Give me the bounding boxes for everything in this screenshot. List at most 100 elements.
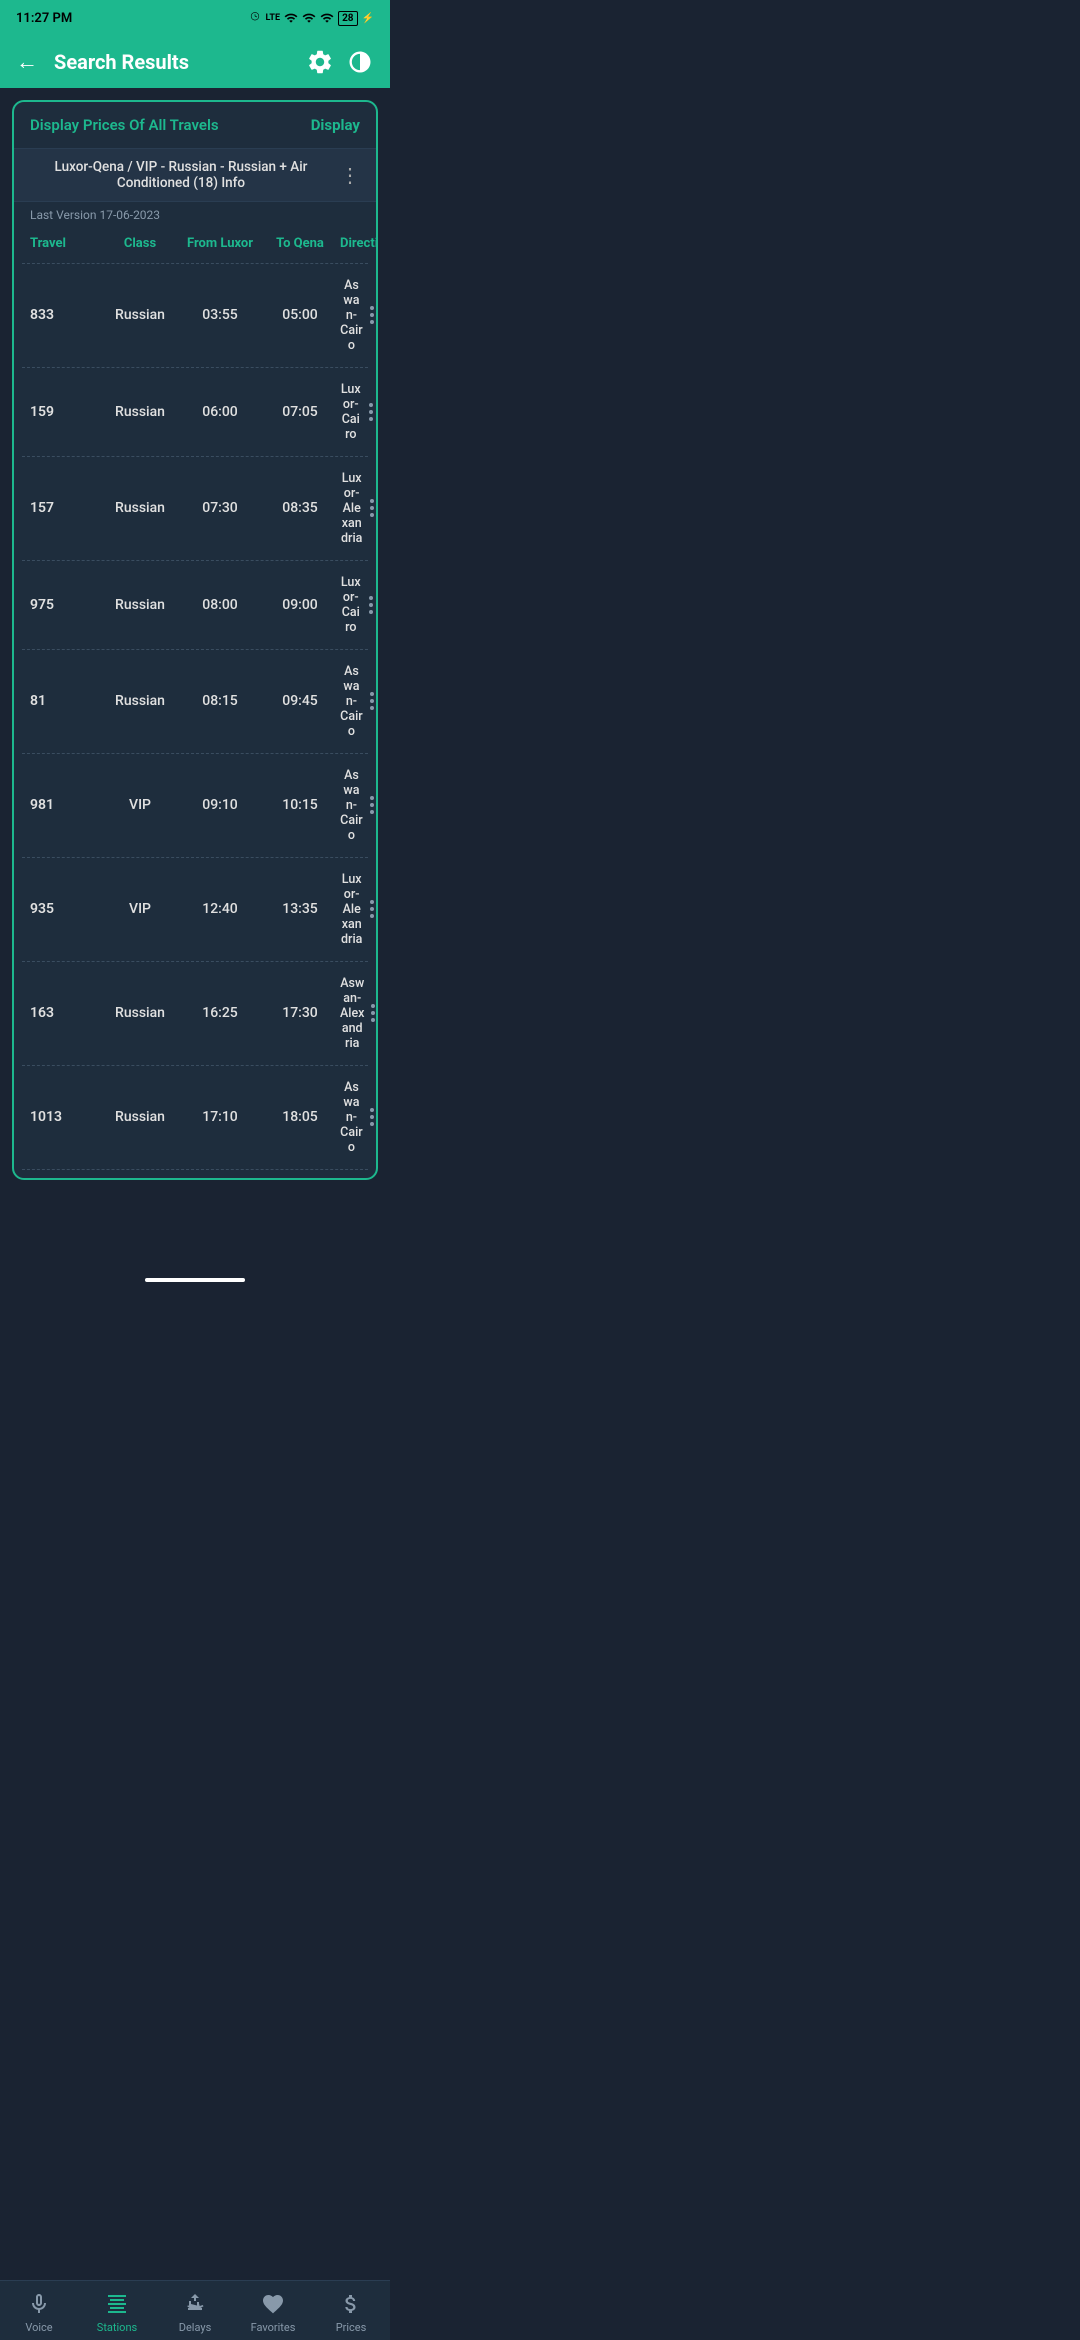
cell-class: Russian bbox=[100, 693, 180, 709]
col-direction: Direction bbox=[340, 236, 378, 253]
home-indicator bbox=[145, 1278, 245, 1282]
cell-from: 08:00 bbox=[180, 597, 260, 613]
page-title: Search Results bbox=[54, 50, 290, 74]
table-row[interactable]: 159 Russian 06:00 07:05 Luxor-Cairo bbox=[22, 367, 368, 456]
bottom-nav: Voice Stations Delays Favorites Prices bbox=[0, 2280, 390, 2340]
row-menu-button[interactable] bbox=[369, 691, 375, 711]
wifi-icon bbox=[320, 11, 334, 25]
cell-class: VIP bbox=[100, 797, 180, 813]
row-menu-button[interactable] bbox=[370, 1003, 375, 1023]
cell-to: 13:35 bbox=[260, 901, 340, 917]
table-row[interactable]: 157 Russian 07:30 08:35 Luxor-Alexandria bbox=[22, 456, 368, 560]
header-actions bbox=[306, 48, 374, 76]
col-class: Class bbox=[100, 236, 180, 253]
favorites-icon bbox=[260, 2291, 286, 2317]
cell-travel: 975 bbox=[30, 597, 100, 613]
app-header: ← Search Results bbox=[0, 36, 390, 88]
back-button[interactable]: ← bbox=[16, 49, 38, 75]
cell-travel: 81 bbox=[30, 693, 100, 709]
cell-from: 09:10 bbox=[180, 797, 260, 813]
cell-to: 08:35 bbox=[260, 500, 340, 516]
table-header: Travel Class From Luxor To Qena Directio… bbox=[14, 230, 376, 263]
cell-travel: 1013 bbox=[30, 1109, 100, 1125]
cell-travel: 833 bbox=[30, 307, 100, 323]
cell-direction: Aswan-Cairo bbox=[340, 1080, 375, 1155]
cell-class: Russian bbox=[100, 404, 180, 420]
nav-item-favorites[interactable]: Favorites bbox=[243, 2291, 303, 2334]
cell-class: Russian bbox=[100, 597, 180, 613]
cell-class: Russian bbox=[100, 1109, 180, 1125]
cell-direction: Aswan-Cairo bbox=[340, 768, 375, 843]
table-row[interactable]: 935 VIP 12:40 13:35 Luxor-Alexandria bbox=[22, 857, 368, 961]
nav-item-prices[interactable]: Prices bbox=[321, 2291, 381, 2334]
row-menu-button[interactable] bbox=[369, 899, 374, 919]
cell-travel: 159 bbox=[30, 404, 100, 420]
settings-icon[interactable] bbox=[306, 48, 334, 76]
cell-direction: Luxor-Cairo bbox=[340, 382, 374, 442]
cell-travel: 935 bbox=[30, 901, 100, 917]
table-row[interactable]: 975 Russian 08:00 09:00 Luxor-Cairo bbox=[22, 560, 368, 649]
row-menu-button[interactable] bbox=[368, 402, 375, 422]
cell-direction: Aswan-Cairo bbox=[340, 278, 375, 353]
cell-from: 03:55 bbox=[180, 307, 260, 323]
route-description: Luxor-Qena / VIP - Russian - Russian + A… bbox=[30, 159, 332, 191]
nav-item-voice[interactable]: Voice bbox=[9, 2291, 69, 2334]
table-row[interactable]: 163 Russian 16:25 17:30 Aswan-Alexandria bbox=[22, 961, 368, 1065]
row-menu-button[interactable] bbox=[369, 1107, 375, 1127]
cell-direction: Luxor-Alexandria bbox=[340, 471, 374, 546]
row-menu-button[interactable] bbox=[369, 498, 374, 518]
results-card: Display Prices Of All Travels Display Lu… bbox=[12, 100, 378, 1180]
cell-from: 07:30 bbox=[180, 500, 260, 516]
table-row[interactable]: 1013 Russian 17:10 18:05 Aswan-Cairo bbox=[22, 1065, 368, 1169]
cell-travel: 157 bbox=[30, 500, 100, 516]
prices-icon bbox=[338, 2291, 364, 2317]
nav-stations-label: Stations bbox=[97, 2321, 137, 2334]
row-menu-button[interactable] bbox=[369, 795, 375, 815]
cell-from: 17:10 bbox=[180, 1109, 260, 1125]
price-banner: Display Prices Of All Travels Display bbox=[14, 102, 376, 149]
cell-to: 09:00 bbox=[260, 597, 340, 613]
route-menu-button[interactable]: ⋮ bbox=[340, 163, 360, 187]
status-time: 11:27 PM bbox=[16, 11, 72, 26]
status-icons: LTE 28 ⚡ bbox=[248, 11, 374, 26]
nav-item-delays[interactable]: Delays bbox=[165, 2291, 225, 2334]
cell-to: 17:30 bbox=[260, 1005, 340, 1021]
table-row[interactable]: 981 VIP 09:10 10:15 Aswan-Cairo bbox=[22, 753, 368, 857]
battery-badge: 28 bbox=[338, 11, 357, 26]
col-to: To Qena bbox=[260, 236, 340, 253]
cell-to: 09:45 bbox=[260, 693, 340, 709]
price-banner-text: Display Prices Of All Travels bbox=[30, 116, 219, 134]
cell-to: 18:05 bbox=[260, 1109, 340, 1125]
nav-item-stations[interactable]: Stations bbox=[87, 2291, 147, 2334]
status-bar: 11:27 PM LTE 28 ⚡ bbox=[0, 0, 390, 36]
alarm-icon bbox=[248, 11, 262, 25]
main-content: Display Prices Of All Travels Display Lu… bbox=[0, 88, 390, 1192]
route-info-row: Luxor-Qena / VIP - Russian - Russian + A… bbox=[14, 149, 376, 202]
cell-travel: 163 bbox=[30, 1005, 100, 1021]
nav-prices-label: Prices bbox=[336, 2321, 367, 2334]
display-prices-button[interactable]: Display bbox=[311, 116, 360, 134]
table-row[interactable]: 833 Russian 03:55 05:00 Aswan-Cairo bbox=[22, 263, 368, 367]
cell-from: 16:25 bbox=[180, 1005, 260, 1021]
voice-icon bbox=[26, 2291, 52, 2317]
row-menu-button[interactable] bbox=[369, 305, 375, 325]
col-travel: Travel bbox=[30, 236, 100, 253]
nav-delays-label: Delays bbox=[179, 2321, 212, 2334]
lte-badge: LTE bbox=[266, 13, 281, 23]
table-row[interactable]: 81 Russian 08:15 09:45 Aswan-Cairo bbox=[22, 649, 368, 753]
cell-travel: 981 bbox=[30, 797, 100, 813]
cell-to: 05:00 bbox=[260, 307, 340, 323]
last-version-label: Last Version 17-06-2023 bbox=[14, 202, 376, 230]
row-menu-button[interactable] bbox=[368, 595, 375, 615]
cell-direction: Aswan-Cairo bbox=[340, 664, 375, 739]
signal-icon-2 bbox=[302, 11, 316, 25]
theme-icon[interactable] bbox=[346, 48, 374, 76]
cell-direction: Luxor-Cairo bbox=[340, 575, 374, 635]
charging-icon: ⚡ bbox=[362, 13, 374, 24]
last-divider bbox=[22, 1169, 368, 1170]
col-from: From Luxor bbox=[180, 236, 260, 253]
stations-icon bbox=[104, 2291, 130, 2317]
cell-from: 06:00 bbox=[180, 404, 260, 420]
cell-class: Russian bbox=[100, 307, 180, 323]
delays-icon bbox=[182, 2291, 208, 2317]
